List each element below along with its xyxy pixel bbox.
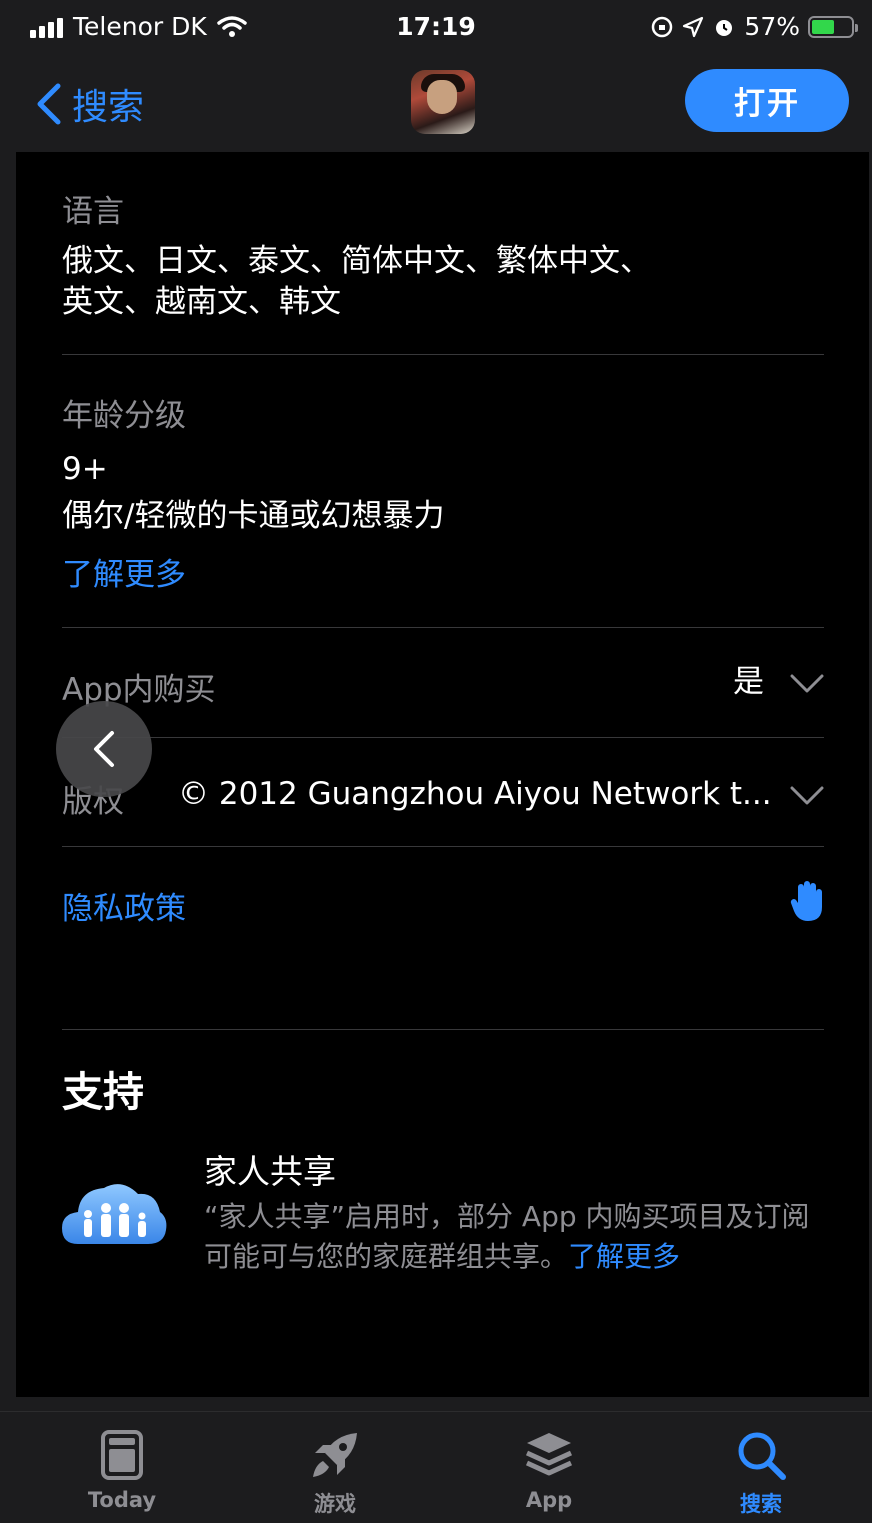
tab-search[interactable]: 搜索 [691, 1412, 831, 1523]
search-icon [738, 1432, 786, 1480]
tab-bar: Today 游戏 App 搜索 [0, 1411, 872, 1523]
raised-hand-icon [790, 881, 822, 921]
tab-today-label: Today [87, 1488, 157, 1512]
family-sharing-title: 家人共享 [204, 1152, 336, 1191]
chevron-down-icon [790, 786, 824, 805]
language-value-line1: 俄文、日文、泰文、简体中文、繁体中文、 [62, 243, 651, 279]
tab-apps[interactable]: App [479, 1412, 619, 1523]
copyright-row[interactable]: 版权 © 2012 Guangzhou Aiyou Network t... [62, 738, 824, 846]
app-info-panel: 语言 俄文、日文、泰文、简体中文、繁体中文、 英文、越南文、韩文 年龄分级 9+… [16, 152, 869, 1397]
tab-search-label: 搜索 [740, 1492, 782, 1516]
rocket-icon [313, 1433, 357, 1477]
privacy-policy-link: 隐私政策 [62, 891, 186, 927]
battery-percent: 57% [744, 12, 800, 41]
back-button[interactable]: 搜索 [34, 78, 144, 130]
chevron-left-icon [94, 731, 114, 767]
navigation-bar: 搜索 打开 [0, 56, 872, 152]
tab-games-label: 游戏 [314, 1492, 356, 1516]
status-bar: Telenor DK 17:19 57% [0, 0, 872, 56]
tab-games[interactable]: 游戏 [265, 1412, 405, 1523]
age-rating-label: 年龄分级 [62, 398, 186, 434]
language-value-line2: 英文、越南文、韩文 [62, 284, 341, 320]
privacy-policy-row[interactable]: 隐私政策 [62, 847, 824, 957]
chevron-left-icon [37, 83, 61, 125]
alarm-icon [716, 19, 733, 36]
copyright-value: © 2012 Guangzhou Aiyou Network t... [178, 776, 772, 812]
language-label: 语言 [62, 194, 124, 230]
tab-apps-label: App [525, 1488, 573, 1512]
family-sharing-description: “家人共享”启用时，部分 App 内购买项目及订阅可能可与您的家庭群组共享。了解… [204, 1197, 824, 1277]
floating-back-button[interactable] [56, 701, 152, 797]
age-rating-section: 年龄分级 9+ 偶尔/轻微的卡通或幻想暴力 了解更多 [62, 390, 824, 594]
layers-icon [525, 1433, 573, 1476]
age-rating-value: 9+ [62, 451, 108, 487]
orientation-lock-icon [652, 16, 673, 37]
family-sharing-text: “家人共享”启用时，部分 App 内购买项目及订阅可能可与您的家庭群组共享。 [204, 1200, 810, 1273]
in-app-purchase-label: App内购买 [62, 672, 216, 708]
location-icon [683, 16, 704, 37]
divider [62, 354, 824, 355]
age-rating-description: 偶尔/轻微的卡通或幻想暴力 [62, 498, 445, 534]
language-section: 语言 俄文、日文、泰文、简体中文、繁体中文、 英文、越南文、韩文 [62, 186, 824, 323]
tab-today[interactable]: Today [52, 1412, 192, 1523]
divider [62, 1029, 824, 1030]
open-button[interactable]: 打开 [685, 69, 849, 132]
support-heading: 支持 [62, 1068, 144, 1116]
in-app-purchase-row[interactable]: App内购买 是 [62, 628, 824, 736]
back-button-label: 搜索 [72, 87, 145, 128]
age-rating-learn-more-link[interactable]: 了解更多 [62, 549, 824, 594]
chevron-down-icon [790, 674, 824, 693]
family-sharing-learn-more-link[interactable]: 了解更多 [568, 1240, 680, 1273]
family-sharing-icon [62, 1184, 167, 1244]
in-app-purchase-value: 是 [733, 664, 764, 700]
app-icon [411, 70, 475, 134]
battery-icon [808, 15, 858, 38]
today-icon [101, 1430, 143, 1480]
